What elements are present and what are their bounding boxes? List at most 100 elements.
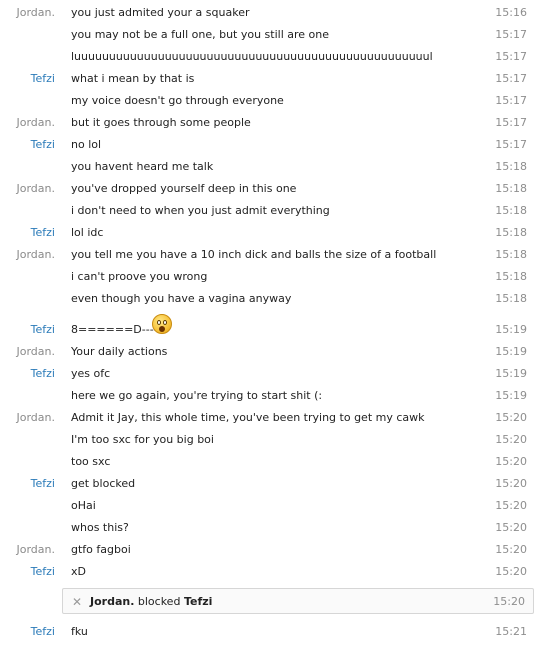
- message-time: 15:18: [495, 270, 527, 283]
- message-text: get blocked: [71, 477, 136, 490]
- sender-name[interactable]: Jordan.: [17, 543, 56, 556]
- message-text: no lol: [71, 138, 102, 151]
- message-row: Jordan. you tell me you have a 10 inch d…: [0, 243, 554, 265]
- sender-name[interactable]: Tefzi: [31, 565, 55, 578]
- message-text: you havent heard me talk: [71, 160, 214, 173]
- message-time: 15:21: [495, 625, 527, 638]
- message-time: 15:20: [495, 411, 527, 424]
- sender-name: Jordan.: [16, 6, 56, 19]
- message-text: you've dropped yourself deep in this one: [71, 182, 297, 195]
- message-time: 15:20: [495, 543, 527, 556]
- sender-name[interactable]: Jordan.: [17, 182, 56, 195]
- message-text: whos this?: [71, 521, 129, 534]
- message-row: Tefzi lol idc 15:18: [0, 221, 554, 243]
- message-time: 15:20: [495, 433, 527, 446]
- message-time: 15:20: [495, 477, 527, 490]
- sender-name[interactable]: Tefzi: [31, 226, 55, 239]
- message-row: Tefzi get blocked 15:20: [0, 472, 554, 494]
- message-time: 15:17: [495, 72, 527, 85]
- message-text: what i mean by that is: [71, 72, 195, 85]
- message-row: my voice doesn't go through everyone 15:…: [0, 89, 554, 111]
- message-row: even though you have a vagina anyway 15:…: [0, 287, 554, 309]
- message-time: 15:17: [495, 50, 527, 63]
- message-time: 15:17: [495, 94, 527, 107]
- message-time: 15:17: [495, 138, 527, 151]
- message-text: xD: [71, 565, 86, 578]
- message-time: 15:18: [495, 160, 527, 173]
- message-row: Tefzi xD 15:20: [0, 560, 554, 582]
- message-row: Tefzi what i mean by that is 15:17: [0, 67, 554, 89]
- message-text: here we go again, you're trying to start…: [71, 389, 323, 402]
- close-icon[interactable]: ✕: [72, 595, 82, 609]
- message-time: 15:18: [495, 248, 527, 261]
- sender-name[interactable]: Jordan.: [17, 116, 56, 129]
- message-text: you tell me you have a 10 inch dick and …: [71, 248, 437, 261]
- notification-action: blocked: [137, 595, 181, 608]
- message-text: but it goes through some people: [71, 116, 251, 129]
- message-text: fku: [71, 625, 88, 638]
- message-time: 15:20: [495, 455, 527, 468]
- message-time: 15:20: [495, 565, 527, 578]
- message-text: too sxc: [71, 455, 111, 468]
- message-text: my voice doesn't go through everyone: [71, 94, 284, 107]
- message-row: Tefzi yes ofc 15:19: [0, 362, 554, 384]
- notification-target[interactable]: Tefzi: [184, 595, 212, 608]
- sender-name[interactable]: Jordan.: [17, 248, 56, 261]
- message-row: Jordan. you just admited your a squaker …: [0, 1, 554, 23]
- chat-history: Jordan. you just admited your a squaker …: [0, 0, 554, 645]
- sender-name[interactable]: Tefzi: [31, 625, 55, 638]
- message-row: you havent heard me talk 15:18: [0, 155, 554, 177]
- message-time: 15:16: [495, 6, 527, 19]
- message-row: oHai 15:20: [0, 494, 554, 516]
- message-row: luuuuuuuuuuuuuuuuuuuuuuuuuuuuuuuuuuuuuuu…: [0, 45, 554, 67]
- message-row: Jordan. gtfo fagboi 15:20: [0, 538, 554, 560]
- message-time: 15:19: [495, 345, 527, 358]
- sender-name[interactable]: Tefzi: [31, 138, 55, 151]
- message-row: Jordan. Your daily actions 15:19: [0, 340, 554, 362]
- sender-name[interactable]: Tefzi: [31, 477, 55, 490]
- message-row: Tefzi fku 15:21: [0, 620, 554, 642]
- message-time: 15:18: [495, 226, 527, 239]
- sender-name[interactable]: Tefzi: [31, 323, 55, 336]
- message-row: i can't proove you wrong 15:18: [0, 265, 554, 287]
- message-time: 15:20: [495, 521, 527, 534]
- message-row: Jordan. you've dropped yourself deep in …: [0, 177, 554, 199]
- message-row: you may not be a full one, but you still…: [0, 23, 554, 45]
- message-time: 15:18: [495, 292, 527, 305]
- message-text: Admit it Jay, this whole time, you've be…: [71, 411, 425, 424]
- surprised-face-icon: [152, 314, 172, 334]
- message-text: you may not be a full one, but you still…: [71, 28, 330, 41]
- sender-name[interactable]: Tefzi: [31, 367, 55, 380]
- message-time: 15:20: [495, 499, 527, 512]
- message-row: Tefzi 8======D---- 15:19: [0, 314, 554, 340]
- block-notification: ✕ Jordan. blocked Tefzi 15:20: [62, 588, 534, 614]
- message-time: 15:19: [495, 323, 527, 336]
- message-time: 15:17: [495, 116, 527, 129]
- message-row: Jordan. Admit it Jay, this whole time, y…: [0, 406, 554, 428]
- message-text: luuuuuuuuuuuuuuuuuuuuuuuuuuuuuuuuuuuuuuu…: [71, 50, 433, 63]
- message-row: Jordan. but it goes through some people …: [0, 111, 554, 133]
- sender-name[interactable]: Jordan.: [17, 345, 56, 358]
- message-text: you just admited your a squaker: [71, 6, 250, 19]
- notification-time: 15:20: [493, 595, 525, 608]
- message-time: 15:19: [495, 389, 527, 402]
- message-text: I'm too sxc for you big boi: [71, 433, 214, 446]
- sender-name[interactable]: Jordan.: [17, 411, 56, 424]
- message-row: whos this? 15:20: [0, 516, 554, 538]
- message-text: Your daily actions: [71, 345, 168, 358]
- message-row: Tefzi no lol 15:17: [0, 133, 554, 155]
- message-text: oHai: [71, 499, 96, 512]
- message-row: I'm too sxc for you big boi 15:20: [0, 428, 554, 450]
- message-text: gtfo fagboi: [71, 543, 131, 556]
- message-text: even though you have a vagina anyway: [71, 292, 292, 305]
- message-text: i can't proove you wrong: [71, 270, 208, 283]
- message-row: i don't need to when you just admit ever…: [0, 199, 554, 221]
- sender-name[interactable]: Tefzi: [31, 72, 55, 85]
- message-row: too sxc 15:20: [0, 450, 554, 472]
- block-notification-text: Jordan. blocked Tefzi: [90, 595, 212, 608]
- message-time: 15:18: [495, 182, 527, 195]
- message-text: i don't need to when you just admit ever…: [71, 204, 330, 217]
- message-time: 15:18: [495, 204, 527, 217]
- message-text: 8======D----: [71, 323, 158, 336]
- notification-actor[interactable]: Jordan.: [90, 595, 134, 608]
